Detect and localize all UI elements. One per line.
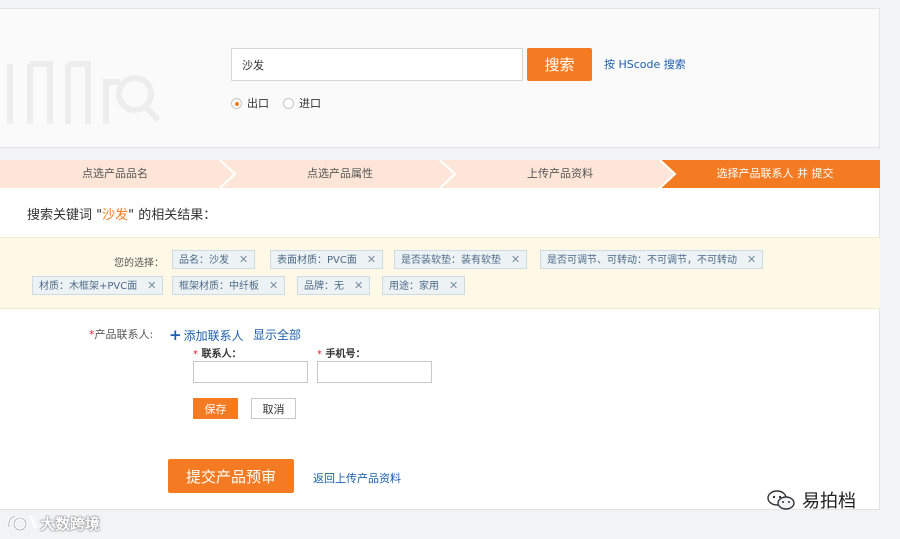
show-all-link[interactable]: 显示全部 — [253, 326, 301, 343]
phone-label-text: 手机号： — [325, 349, 366, 360]
filter-tag[interactable]: 品牌：无 ✕ — [297, 276, 371, 295]
import-radio-label[interactable]: 进口 — [299, 95, 321, 111]
close-icon[interactable]: ✕ — [747, 253, 756, 266]
selected-filters: 您的选择： 品名：沙发 ✕ 表面材质：PVC面 ✕ 是否装软垫：装有软垫 ✕ 是否可调… — [0, 237, 880, 309]
result-suffix: " 的相关结果： — [128, 208, 217, 223]
brand-logo-icon — [7, 514, 38, 532]
wechat-icon — [767, 490, 795, 510]
result-heading: 搜索关键词 "沙发" 的相关结果： — [27, 204, 216, 223]
watermark-right-text: 易拍档 — [802, 491, 856, 512]
add-contact-label: 添加联系人 — [183, 329, 244, 343]
export-radio[interactable] — [231, 97, 242, 109]
step-1: 点选产品品名 — [82, 167, 148, 180]
contact-name-input[interactable] — [193, 361, 308, 383]
filter-tag-label: 品名：沙发 — [179, 255, 229, 266]
filter-tag-label: 是否装软垫：装有软垫 — [401, 255, 501, 266]
result-keyword: 沙发 — [102, 208, 129, 223]
export-radio-label[interactable]: 出口 — [247, 95, 269, 111]
watermark-right: 易拍档 — [766, 487, 856, 513]
filter-tag-label: 是否可调节、可转动：不可调节，不可转动 — [547, 255, 737, 266]
watermark-left-text: 大数跨境 — [40, 514, 101, 533]
phone-input[interactable] — [317, 361, 432, 383]
filter-tag-label: 材质：木框架+PVC面 — [39, 281, 138, 292]
close-icon[interactable]: ✕ — [269, 279, 278, 292]
filter-tag[interactable]: 框架材质：中纤板 ✕ — [172, 276, 286, 295]
contact-name-label-text: 联系人： — [201, 349, 242, 360]
filters-lead-label: 您的选择： — [114, 258, 164, 269]
required-mark: * — [317, 349, 322, 360]
close-icon[interactable]: ✕ — [354, 279, 363, 292]
contact-name-label: * 联系人： — [193, 345, 241, 360]
filter-tag[interactable]: 是否装软垫：装有软垫 ✕ — [394, 250, 528, 269]
close-icon[interactable]: ✕ — [239, 253, 248, 266]
filter-tag-label: 框架材质：中纤板 — [179, 281, 259, 292]
background-logo-icon — [7, 61, 160, 124]
filter-tag[interactable]: 材质：木框架+PVC面 ✕ — [32, 276, 164, 295]
back-to-upload-link[interactable]: 返回上传产品资料 — [313, 470, 401, 486]
phone-label: * 手机号： — [317, 345, 365, 360]
main-panel: 点选产品品名 点选产品属性 上传产品资料 选择产品联系人 并 提交 搜索关键词 … — [0, 160, 880, 510]
close-icon[interactable]: ✕ — [147, 279, 156, 292]
step-3: 上传产品资料 — [527, 167, 593, 180]
add-contact-link[interactable]: + 添加联系人 — [169, 326, 244, 344]
trade-direction-radio-group: 出口 进口 — [231, 95, 335, 111]
close-icon[interactable]: ✕ — [511, 253, 520, 266]
required-mark: * — [193, 349, 198, 360]
progress-steps: 点选产品品名 点选产品属性 上传产品资料 选择产品联系人 并 提交 — [0, 160, 880, 188]
close-icon[interactable]: ✕ — [449, 279, 458, 292]
filter-tag-label: 品牌：无 — [304, 281, 344, 292]
contact-row-label-text: 产品联系人: — [94, 328, 154, 341]
search-input[interactable] — [231, 48, 523, 81]
contact-row-label: *产品联系人: — [89, 326, 153, 342]
filter-tag-label: 表面材质：PVC面 — [277, 255, 357, 266]
hscode-search-link[interactable]: 按 HScode 搜索 — [604, 56, 686, 72]
filter-tag[interactable]: 用途：家用 ✕ — [382, 276, 466, 295]
step-4-active: 选择产品联系人 并 提交 — [716, 167, 834, 180]
close-icon[interactable]: ✕ — [367, 253, 376, 266]
filter-tag-label: 用途：家用 — [389, 281, 439, 292]
step-2: 点选产品属性 — [307, 167, 373, 180]
save-button[interactable]: 保存 — [193, 398, 238, 419]
search-panel: 搜索 按 HScode 搜索 出口 进口 — [0, 8, 880, 148]
result-prefix: 搜索关键词 " — [27, 208, 103, 223]
filter-tag[interactable]: 是否可调节、可转动：不可调节，不可转动 ✕ — [540, 250, 764, 269]
submit-review-button[interactable]: 提交产品预审 — [168, 459, 294, 493]
watermark-left: 大数跨境 — [6, 512, 100, 534]
search-button[interactable]: 搜索 — [527, 48, 592, 81]
filter-tag[interactable]: 表面材质：PVC面 ✕ — [270, 250, 384, 269]
import-radio[interactable] — [283, 97, 294, 109]
plus-icon: + — [169, 326, 182, 344]
filter-tag[interactable]: 品名：沙发 ✕ — [172, 250, 256, 269]
cancel-button[interactable]: 取消 — [251, 398, 296, 419]
